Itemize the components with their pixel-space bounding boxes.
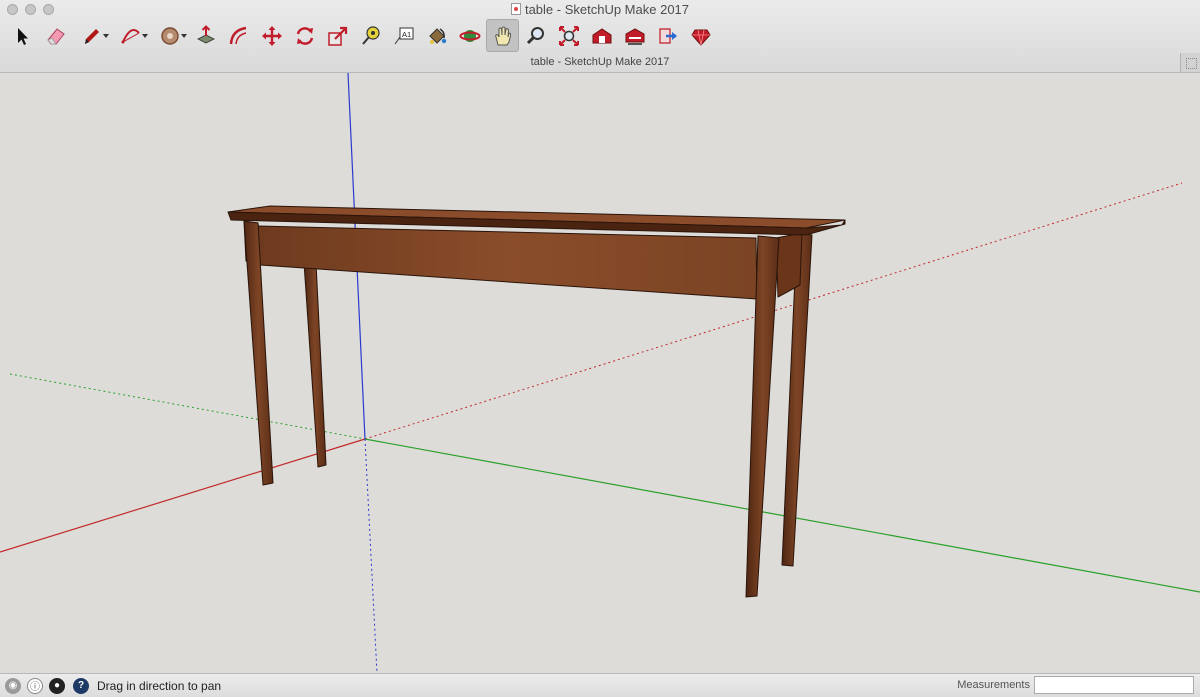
extension-warehouse-icon bbox=[625, 27, 644, 45]
arrow-icon bbox=[17, 27, 28, 45]
move-icon bbox=[261, 25, 282, 46]
shapes-tool-button[interactable] bbox=[150, 19, 189, 52]
text-icon: A1 bbox=[394, 27, 413, 44]
orbit-icon bbox=[459, 29, 480, 42]
eraser-tool-button[interactable] bbox=[39, 19, 72, 52]
pencil-icon bbox=[84, 28, 99, 44]
paint-bucket-icon bbox=[428, 27, 446, 44]
arc-tool-button[interactable] bbox=[111, 19, 150, 52]
document-tab[interactable]: table - SketchUp Make 2017 bbox=[0, 56, 1200, 68]
window-title: table - SketchUp Make 2017 bbox=[0, 2, 1200, 17]
measurements-input[interactable] bbox=[1034, 676, 1194, 694]
select-tool-button[interactable] bbox=[6, 19, 39, 52]
line-tool-button[interactable] bbox=[72, 19, 111, 52]
table-model[interactable] bbox=[227, 205, 846, 598]
zoom-extents-icon bbox=[558, 25, 579, 46]
share-icon bbox=[658, 27, 677, 44]
move-tool-button[interactable] bbox=[255, 19, 288, 52]
rotate-tool-button[interactable] bbox=[288, 19, 321, 52]
measurements-label: Measurements bbox=[957, 679, 1030, 691]
zoom-tool-button[interactable] bbox=[519, 19, 552, 52]
table-leg-back-left[interactable] bbox=[303, 262, 327, 468]
window-title-text: table - SketchUp Make 2017 bbox=[524, 2, 690, 17]
svg-text:A1: A1 bbox=[402, 30, 411, 39]
scale-tool-button[interactable] bbox=[321, 19, 354, 52]
rotate-icon bbox=[296, 26, 313, 45]
help-icon[interactable]: ? bbox=[73, 677, 89, 694]
3d-scene[interactable] bbox=[0, 73, 1200, 673]
extension-warehouse-button[interactable] bbox=[618, 19, 651, 52]
geo-location-icon[interactable]: ◉ bbox=[5, 677, 21, 694]
document-icon bbox=[510, 3, 521, 15]
share-model-button[interactable] bbox=[651, 19, 684, 52]
ruby-icon bbox=[690, 29, 711, 46]
blue-axis-negative bbox=[364, 438, 378, 673]
table-apron-front[interactable] bbox=[257, 225, 758, 300]
zoom-extents-tool-button[interactable] bbox=[552, 19, 585, 52]
scale-icon bbox=[327, 26, 347, 46]
hand-icon bbox=[494, 26, 511, 45]
user-icon[interactable]: ● bbox=[49, 677, 65, 694]
push-pull-tool-button[interactable] bbox=[189, 19, 222, 52]
magnifier-icon bbox=[526, 26, 544, 44]
green-axis-positive bbox=[364, 438, 1200, 593]
tape-measure-tool-button[interactable] bbox=[354, 19, 387, 52]
green-axis-negative bbox=[9, 373, 366, 440]
paint-bucket-tool-button[interactable] bbox=[420, 19, 453, 52]
toolbar-overflow-button[interactable] bbox=[1180, 53, 1200, 72]
modeling-viewport[interactable] bbox=[0, 73, 1200, 673]
status-bar: ◉ ⓘ ● ? Drag in direction to pan Measure… bbox=[0, 673, 1200, 697]
text-tool-button[interactable]: A1 bbox=[387, 19, 420, 52]
pan-tool-button[interactable] bbox=[486, 19, 519, 52]
status-message: Drag in direction to pan bbox=[97, 678, 222, 693]
shapes-icon bbox=[160, 26, 179, 45]
credits-icon[interactable]: ⓘ bbox=[27, 677, 43, 694]
3d-warehouse-button[interactable] bbox=[585, 19, 618, 52]
red-axis-negative bbox=[0, 438, 366, 553]
offset-icon bbox=[229, 26, 246, 44]
large-tool-set-toolbar: A1 bbox=[6, 19, 717, 52]
push-pull-icon bbox=[196, 24, 215, 43]
offset-tool-button[interactable] bbox=[222, 19, 255, 52]
orbit-tool-button[interactable] bbox=[453, 19, 486, 52]
warehouse-icon bbox=[592, 27, 611, 43]
extension-manager-button[interactable] bbox=[684, 19, 717, 52]
sketchup-window: table - SketchUp Make 2017 A1 table - Sk… bbox=[0, 0, 1200, 697]
tape-measure-icon bbox=[361, 25, 380, 45]
arc-icon bbox=[121, 28, 140, 43]
window-chrome: table - SketchUp Make 2017 A1 table - Sk… bbox=[0, 0, 1200, 73]
eraser-icon bbox=[46, 27, 65, 44]
